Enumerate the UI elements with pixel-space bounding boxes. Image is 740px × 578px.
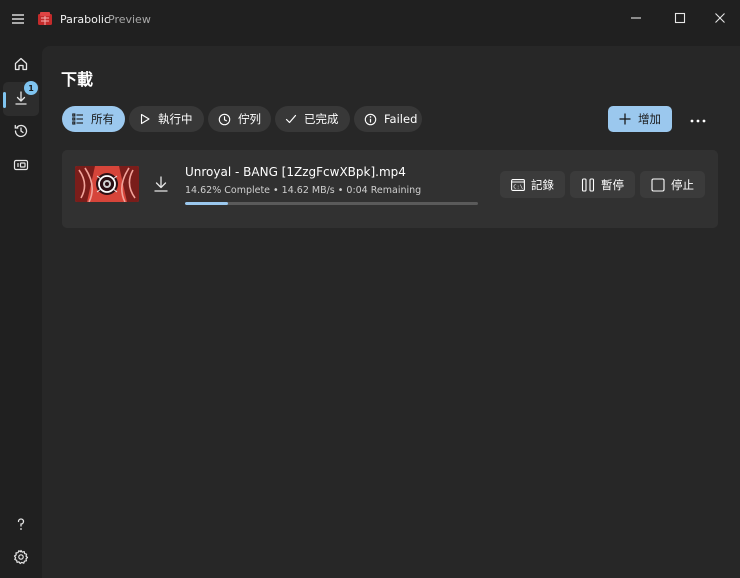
gear-icon [13, 549, 29, 568]
close-icon [714, 12, 726, 27]
sidebar-item-downloads[interactable]: 1 [3, 81, 39, 116]
filter-completed[interactable]: 已完成 [275, 106, 350, 132]
info-icon [364, 113, 377, 126]
downloads-badge: 1 [24, 81, 38, 95]
stop-button[interactable]: 停止 [640, 171, 705, 198]
more-options-button[interactable] [684, 108, 712, 130]
svg-text:C:\: C:\ [513, 184, 523, 190]
pause-label: 暫停 [601, 177, 624, 192]
more-icon [690, 112, 706, 126]
history-icon [13, 123, 29, 142]
stop-label: 停止 [671, 177, 694, 192]
filter-label: 佇列 [238, 112, 261, 126]
plus-icon [619, 113, 631, 125]
download-file-name: Unroyal - BANG [1ZzgFcwXBpk].mp4 [185, 165, 406, 179]
clock-icon [218, 113, 231, 126]
list-icon [72, 113, 84, 125]
terminal-icon: C:\ [511, 178, 525, 191]
check-icon [285, 113, 297, 125]
hamburger-icon[interactable] [10, 12, 26, 26]
progress-bar [185, 202, 478, 205]
active-indicator [3, 92, 6, 108]
sidebar-item-history[interactable] [3, 115, 39, 149]
log-label: 記錄 [531, 177, 554, 192]
filter-label: 已完成 [304, 112, 339, 126]
pause-button[interactable]: 暫停 [570, 171, 635, 198]
play-icon [139, 113, 151, 125]
download-arrow-icon [154, 176, 168, 195]
parabolic-logo-icon [37, 11, 53, 27]
help-icon [13, 516, 29, 535]
download-row: Unroyal - BANG [1ZzgFcwXBpk].mp4 14.62% … [62, 150, 718, 228]
filter-label: 執行中 [158, 112, 193, 126]
add-download-label: 增加 [638, 112, 661, 126]
close-button[interactable] [698, 0, 740, 38]
download-status-text: 14.62% Complete • 14.62 MB/s • 0:04 Rema… [185, 185, 422, 196]
sidebar-item-help[interactable] [3, 508, 39, 542]
filter-queued[interactable]: 佇列 [208, 106, 271, 132]
title-bar: Parabolic Preview [0, 0, 740, 42]
keyring-icon [13, 157, 29, 176]
home-icon [13, 56, 29, 75]
log-button[interactable]: C:\ 記錄 [500, 171, 565, 198]
sidebar-item-settings[interactable] [3, 541, 39, 575]
filter-running[interactable]: 執行中 [129, 106, 204, 132]
sidebar: 1 [0, 42, 42, 578]
maximize-button[interactable] [658, 0, 702, 38]
page-title: 下載 [61, 70, 94, 89]
app-title: Parabolic [60, 13, 111, 26]
minimize-button[interactable] [614, 0, 658, 38]
maximize-icon [674, 12, 686, 27]
app-subtitle: Preview [108, 13, 151, 26]
filter-label: 所有 [91, 112, 114, 126]
sidebar-item-home[interactable] [3, 48, 39, 82]
filter-failed[interactable]: Failed [354, 106, 422, 132]
sidebar-item-keyring[interactable] [3, 149, 39, 183]
pause-icon [581, 177, 595, 192]
progress-bar-fill [185, 202, 228, 205]
filter-all[interactable]: 所有 [62, 106, 125, 132]
video-thumbnail [75, 166, 139, 202]
minimize-icon [630, 12, 642, 27]
main-content: 下載 所有 執行中 佇列 已完成 Failed 增加 Unroyal - BAN… [42, 46, 740, 578]
add-download-button[interactable]: 增加 [608, 106, 672, 132]
filter-label: Failed [384, 112, 418, 126]
stop-icon [651, 177, 665, 192]
